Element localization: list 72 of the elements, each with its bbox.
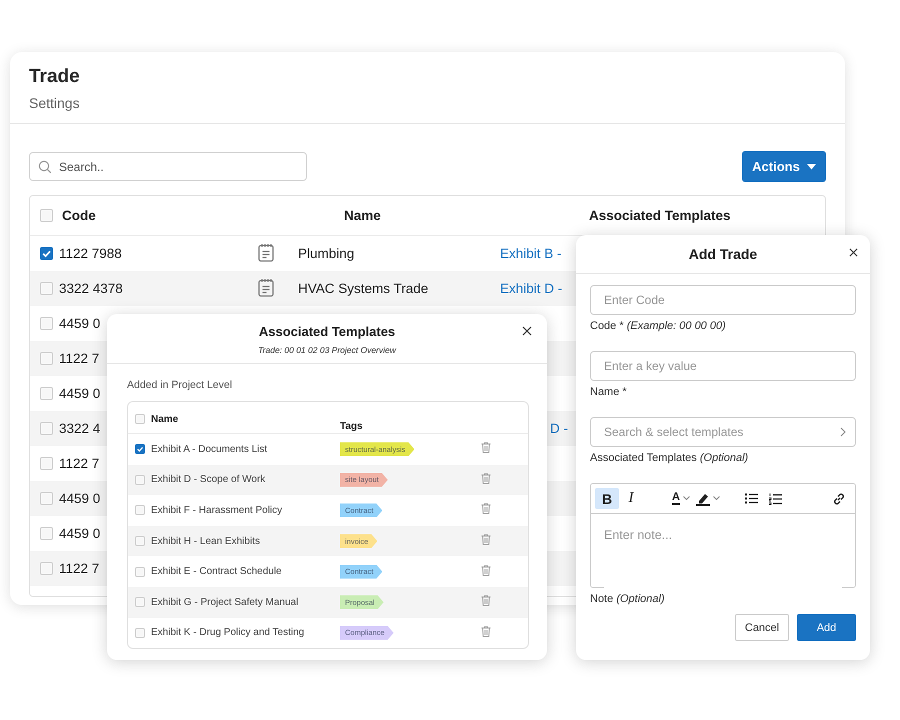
search-icon <box>38 160 52 174</box>
table-cell: 1122 7 <box>59 351 100 366</box>
checkbox[interactable] <box>135 444 145 454</box>
table-cell: 4459 0 <box>59 526 100 541</box>
table-cell: 4459 0 <box>59 386 100 401</box>
column-header: Name <box>151 414 180 427</box>
column-header: Name <box>344 208 382 223</box>
trash-icon[interactable] <box>481 534 491 546</box>
text-color-button[interactable]: A <box>669 488 693 509</box>
italic-button[interactable]: I <box>619 488 643 509</box>
template-link[interactable]: D - <box>550 421 568 436</box>
close-icon <box>522 326 532 336</box>
page-title: Trade <box>29 66 81 88</box>
actions-button[interactable]: Actions <box>742 151 826 182</box>
field-label: Note (Optional) <box>590 593 666 605</box>
template-name: Exhibit D - Scope of Work <box>151 474 266 486</box>
table-cell: Plumbing <box>298 246 354 261</box>
template-name: Exhibit G - Project Safety Manual <box>151 596 300 608</box>
table-cell: 3322 4 <box>59 421 100 436</box>
numbered-list-icon <box>768 492 782 504</box>
input-field[interactable]: Enter a key value <box>590 351 856 381</box>
page-subtitle: Settings <box>29 95 81 111</box>
trash-icon[interactable] <box>481 472 491 484</box>
section-label: Added in Project Level <box>127 379 234 391</box>
close-icon <box>849 248 858 257</box>
column-header: Tags <box>340 421 364 433</box>
template-name: Exhibit K - Drug Policy and Testing <box>151 627 306 638</box>
column-header: Associated Templates <box>589 208 732 223</box>
checkbox[interactable] <box>40 247 53 260</box>
add-button[interactable]: Add <box>797 614 856 641</box>
field-label: Code * (Example: 00 00 00) <box>590 320 727 332</box>
cancel-button[interactable]: Cancel <box>735 614 789 641</box>
column-header: Code <box>61 208 97 223</box>
template-name: Exhibit A - Documents List <box>151 444 268 455</box>
dialog-subtitle: Trade: 00 01 02 03 Project Overview <box>258 345 396 355</box>
link-icon <box>832 492 846 506</box>
dialog-title: Associated Templates <box>258 324 396 339</box>
field-label: Associated Templates (Optional) <box>590 452 750 464</box>
bullet-list-icon <box>744 493 758 504</box>
table-cell: 1122 7988 <box>59 246 122 261</box>
table-cell: 3322 4378 <box>59 281 123 296</box>
check-icon <box>136 445 144 454</box>
table-cell: HVAC Systems Trade <box>298 281 428 296</box>
table-cell: 1122 7 <box>59 561 100 576</box>
template-name: Exhibit E - Contract Schedule <box>151 566 283 578</box>
template-link[interactable]: Exhibit B - <box>500 246 562 261</box>
check-icon <box>41 248 52 259</box>
trash-icon[interactable] <box>481 626 491 637</box>
trash-icon[interactable] <box>481 442 491 454</box>
input-field[interactable]: Enter Code <box>590 285 856 315</box>
field-label: Name * <box>590 386 628 398</box>
trash-icon[interactable] <box>481 503 491 514</box>
close-button[interactable] <box>849 248 858 257</box>
template-name: Exhibit H - Lean Exhibits <box>151 536 261 547</box>
chevron-down-icon <box>713 496 720 501</box>
chevron-right-icon <box>840 427 846 437</box>
search-field[interactable]: Search.. <box>29 152 307 181</box>
table-cell: 4459 0 <box>59 316 100 331</box>
marker-icon <box>696 492 710 506</box>
template-name: Exhibit F - Harassment Policy <box>151 504 284 516</box>
note-editor[interactable]: B I A Enter note... <box>590 483 856 588</box>
close-button[interactable] <box>522 326 532 336</box>
chevron-down-icon <box>682 496 690 501</box>
table-cell: 1122 7 <box>59 456 100 471</box>
dialog-title: Add Trade <box>688 246 758 262</box>
template-select[interactable]: Search & select templates <box>590 417 856 447</box>
caret-icon <box>806 164 816 170</box>
bold-button[interactable]: B <box>595 488 619 509</box>
trash-icon[interactable] <box>481 564 491 576</box>
table-cell: 4459 0 <box>59 491 100 506</box>
template-link[interactable]: Exhibit D - <box>500 281 562 296</box>
trash-icon[interactable] <box>481 595 491 606</box>
